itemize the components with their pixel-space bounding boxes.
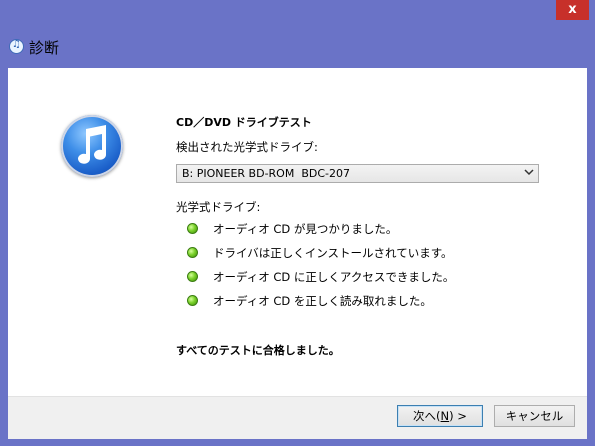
green-status-icon	[187, 295, 198, 306]
chevron-down-icon	[524, 169, 534, 176]
title-bar: x 診断	[0, 0, 595, 68]
next-label-prefix: 次へ(	[413, 409, 441, 423]
test-heading: CD／DVD ドライブテスト	[176, 116, 312, 129]
result-text: オーディオ CD を正しく読み取れました。	[213, 294, 432, 308]
cancel-button[interactable]: キャンセル	[494, 405, 575, 427]
window-title: 診断	[29, 39, 60, 57]
next-label-suffix: ) >	[449, 409, 467, 423]
summary-text: すべてのテストに合格しました。	[176, 344, 340, 357]
green-status-icon	[187, 247, 198, 258]
drive-select-value: B: PIONEER BD-ROM BDC-207	[182, 167, 350, 180]
green-status-icon	[187, 223, 198, 234]
result-text: オーディオ CD に正しくアクセスできました。	[213, 270, 455, 284]
music-note-icon	[78, 125, 106, 164]
itunes-icon	[61, 115, 123, 177]
drive-select[interactable]: B: PIONEER BD-ROM BDC-207	[176, 164, 539, 183]
close-button[interactable]: x	[556, 0, 589, 20]
next-button[interactable]: 次へ(N) >	[397, 405, 483, 427]
optical-drive-label: 光学式ドライブ:	[176, 200, 261, 214]
green-status-icon	[187, 271, 198, 282]
dialog-window: x 診断 CD／DVD ドライブテスト 検出された光学式ドライブ: B: PIO…	[0, 0, 595, 446]
itunes-small-icon	[9, 39, 24, 54]
result-text: ドライバは正しくインストールされています。	[213, 246, 453, 260]
detected-drive-label: 検出された光学式ドライブ:	[176, 140, 318, 154]
next-accelerator-key: N	[440, 409, 450, 423]
result-text: オーディオ CD が見つかりました。	[213, 222, 398, 236]
